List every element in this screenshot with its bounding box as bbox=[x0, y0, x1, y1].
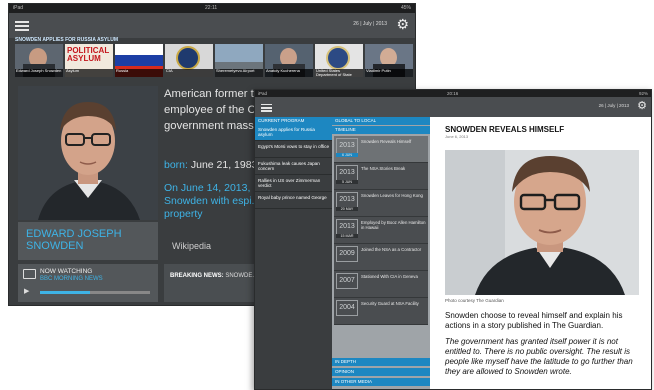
tab-in-depth[interactable]: IN DEPTH bbox=[332, 358, 430, 366]
timeline-year: 2013 bbox=[336, 219, 358, 235]
timeline-item[interactable]: 2004 Security Guard at NSA Facility bbox=[334, 298, 428, 325]
status-bar: iPad 22:11 45% bbox=[9, 4, 415, 13]
person-name: EDWARD JOSEPH SNOWDEN bbox=[18, 222, 158, 260]
breaking-label: BREAKING NEWS: bbox=[170, 273, 224, 279]
timeline-text: Employed by Booz Allen Hamilton in Hawai… bbox=[361, 220, 426, 230]
born-label: born: bbox=[164, 159, 188, 171]
photo-caption: Photo courtesy The Guardian bbox=[445, 298, 504, 303]
thumbnail-asylum[interactable]: POLITICAL ASYLUM Asylum bbox=[65, 44, 113, 77]
timeline-year: 2013 bbox=[336, 192, 358, 208]
tv-icon bbox=[23, 269, 36, 279]
profile-photo bbox=[18, 86, 158, 220]
timeline-text: Security Guard at NSA Facility bbox=[361, 301, 419, 306]
tab-timeline[interactable]: TIMELINE bbox=[332, 126, 430, 134]
timeline-date: 15 MAR bbox=[336, 234, 358, 238]
article-paragraph: Snowden choose to reveal himself and exp… bbox=[445, 311, 623, 330]
related-strip: SNOWDEN APPLIES FOR RUSSIA ASYLUM Edward… bbox=[15, 37, 415, 78]
front-tablet-screen: iPad 20:16 92% 26 | July | 2013 ⚙ CURREN… bbox=[254, 89, 652, 390]
thumbnail-cia[interactable]: CIA bbox=[165, 44, 213, 77]
program-item[interactable]: Rallies in US over Zimmerman verdict bbox=[255, 176, 332, 192]
timeline-year: 2004 bbox=[336, 300, 358, 316]
program-item[interactable]: Egypt's Morsi vows to stay in office bbox=[255, 142, 332, 158]
gear-icon[interactable]: ⚙ bbox=[637, 99, 647, 113]
program-name: BBC MORNING NEWS bbox=[40, 276, 103, 282]
gear-icon[interactable]: ⚙ bbox=[396, 16, 409, 32]
device-label: iPad bbox=[13, 5, 24, 11]
thumbnail-caption: Anatoly Kucherena bbox=[265, 69, 313, 77]
now-watching-label: NOW WATCHING bbox=[40, 268, 93, 275]
timeline-panel: GLOBAL TO LOCAL TIMELINE 2013 6 JUN Snow… bbox=[332, 117, 430, 389]
born-row: born: June 21, 1983 bbox=[164, 159, 257, 171]
status-time: 22:11 bbox=[205, 5, 218, 11]
thumbnail-putin[interactable]: Vladimir Putin bbox=[365, 44, 413, 77]
timeline-year: 2013 bbox=[336, 165, 358, 181]
article-panel: SNOWDEN REVEALS HIMSELF June 6, 2013 Pho… bbox=[430, 117, 651, 389]
status-time: 20:16 bbox=[447, 91, 459, 96]
tab-opinion[interactable]: OPINION bbox=[332, 368, 430, 376]
article-photo bbox=[445, 150, 639, 295]
program-item[interactable]: Royal baby prince named George bbox=[255, 193, 332, 209]
tab-in-other-media[interactable]: IN OTHER MEDIA bbox=[332, 378, 430, 386]
timeline-text: The NSA Stories Break bbox=[361, 166, 406, 171]
born-value: June 21, 1983 bbox=[190, 159, 258, 171]
timeline-year: 2013 bbox=[336, 138, 358, 154]
thumbnail-caption: United States Department of State bbox=[315, 69, 363, 77]
timeline-item[interactable]: 2009 Joined the NSA as a Contractor bbox=[334, 244, 428, 271]
playback-progress[interactable] bbox=[40, 291, 150, 294]
timeline-text: Joined the NSA as a Contractor bbox=[361, 247, 422, 252]
play-icon[interactable]: ▶ bbox=[24, 287, 29, 295]
thumbnail-caption: Asylum bbox=[65, 69, 113, 77]
timeline-year: 2009 bbox=[336, 246, 358, 262]
now-watching-panel: ▶ NOW WATCHING BBC MORNING NEWS bbox=[18, 264, 158, 302]
thumbnail-caption: Russia bbox=[115, 69, 163, 77]
timeline-item[interactable]: 2013 5 JUN The NSA Stories Break bbox=[334, 163, 428, 190]
timeline-text: Snowden Reveals Himself bbox=[361, 139, 412, 144]
timeline-item[interactable]: 2007 Stationed With CIA in Geneva bbox=[334, 271, 428, 298]
timeline-text: Stationed With CIA in Geneva bbox=[361, 274, 418, 279]
thumbnail-snowden[interactable]: Edward Joseph Snowden bbox=[15, 44, 63, 77]
strip-title: SNOWDEN APPLIES FOR RUSSIA ASYLUM bbox=[15, 37, 119, 43]
device-label: iPad bbox=[258, 91, 268, 96]
program-item[interactable]: Fukushima leak causes Japan concern bbox=[255, 159, 332, 175]
thumbnail-caption: CIA bbox=[165, 69, 213, 77]
timeline-item[interactable]: 2013 20 MAY Snowden Leaves for Hong Kong bbox=[334, 190, 428, 217]
thumbnail-russia[interactable]: Russia bbox=[115, 44, 163, 77]
timeline-year: 2007 bbox=[336, 273, 358, 289]
asylum-sign-text: POLITICAL ASYLUM bbox=[67, 46, 110, 63]
thumbnail-kucherena[interactable]: Anatoly Kucherena bbox=[265, 44, 313, 77]
top-bar: 26 | July | 2013 ⚙ bbox=[255, 97, 651, 117]
event-text: On June 14, 2013, ... Snowden with espi.… bbox=[164, 182, 263, 220]
menu-icon[interactable] bbox=[15, 19, 29, 31]
program-list: CURRENT PROGRAM Snowden applies for Russ… bbox=[255, 117, 332, 389]
thumbnail-state-dept[interactable]: United States Department of State bbox=[315, 44, 363, 77]
thumbnail-caption: Edward Joseph Snowden bbox=[15, 69, 63, 77]
timeline-date: 6 JUN bbox=[336, 153, 358, 157]
status-bar: iPad 20:16 92% bbox=[255, 90, 651, 97]
breaking-text: SNOWDE... bbox=[225, 273, 258, 279]
state-seal-icon bbox=[326, 46, 350, 70]
thumbnail-caption: Sheremetyevo Airport bbox=[215, 69, 263, 77]
timeline-date: 20 MAY bbox=[336, 207, 358, 211]
timeline-item[interactable]: 2013 6 JUN Snowden Reveals Himself bbox=[334, 136, 428, 163]
top-bar: 26 | July | 2013 ⚙ bbox=[9, 13, 415, 38]
menu-icon[interactable] bbox=[261, 102, 272, 112]
cia-seal-icon bbox=[176, 46, 200, 70]
thumbnail-caption: Vladimir Putin bbox=[365, 69, 413, 77]
date-label: 26 | July | 2013 bbox=[598, 103, 629, 108]
timeline-item[interactable]: 2013 15 MAR Employed by Booz Allen Hamil… bbox=[334, 217, 428, 244]
battery-level: 45% bbox=[400, 5, 411, 11]
timeline-date: 5 JUN bbox=[336, 180, 358, 184]
timeline-text: Snowden Leaves for Hong Kong bbox=[361, 193, 423, 198]
source-label[interactable]: Wikipedia bbox=[172, 241, 211, 251]
battery-level: 92% bbox=[638, 91, 648, 96]
program-item[interactable]: Snowden applies for Russia asylum bbox=[255, 125, 332, 141]
article-quote: The government has granted itself power … bbox=[445, 337, 633, 376]
date-label: 26 | July | 2013 bbox=[353, 21, 387, 27]
current-program-header: CURRENT PROGRAM bbox=[255, 117, 332, 125]
article-date: June 6, 2013 bbox=[445, 134, 469, 139]
tab-global-to-local[interactable]: GLOBAL TO LOCAL bbox=[332, 117, 430, 125]
thumbnail-airport[interactable]: Sheremetyevo Airport bbox=[215, 44, 263, 77]
article-title: SNOWDEN REVEALS HIMSELF bbox=[445, 125, 565, 134]
